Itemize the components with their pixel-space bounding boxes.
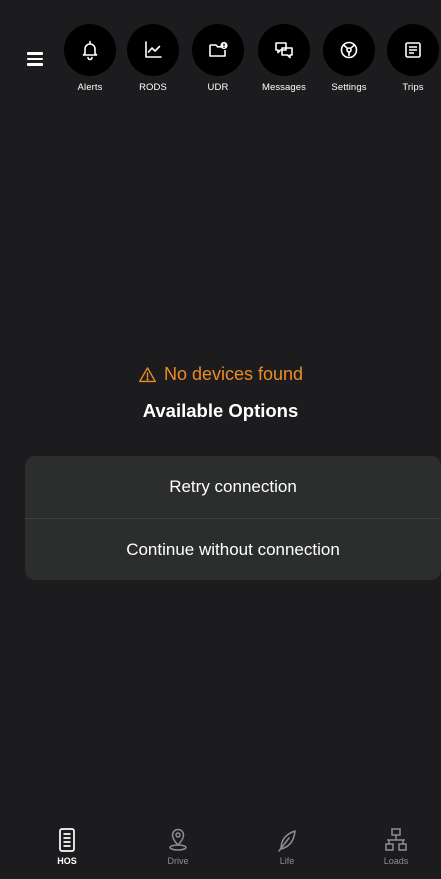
- toolbar-trips-button[interactable]: Trips: [382, 24, 441, 93]
- tab-life[interactable]: Life: [257, 827, 317, 866]
- settings-icon: [340, 41, 358, 59]
- toolbar-label: Alerts: [77, 82, 103, 93]
- toolbar-messages-button[interactable]: Messages: [253, 24, 315, 93]
- toolbar-rods-button[interactable]: RODS: [122, 24, 184, 93]
- toolbar-label: UDR: [207, 82, 229, 93]
- trips-icon: [405, 42, 421, 58]
- app-screen: Alerts RODS UDR Messages Settings Trips …: [0, 0, 441, 879]
- bell-icon: [82, 40, 98, 61]
- chart-icon: [145, 41, 162, 58]
- tab-hos[interactable]: HOS: [37, 827, 97, 866]
- rods-circle: [127, 24, 179, 76]
- tab-loads[interactable]: Loads: [366, 827, 426, 866]
- udr-circle: [192, 24, 244, 76]
- chat-icon: [275, 42, 293, 59]
- logbook-icon: [59, 828, 75, 852]
- warning-text: No devices found: [163, 364, 304, 384]
- toolbar-label: Trips: [402, 82, 424, 93]
- tab-label: HOS: [57, 856, 77, 866]
- leaf-icon: [278, 830, 296, 852]
- warning-triangle-icon: [139, 367, 156, 383]
- toolbar-label: Messages: [261, 82, 307, 93]
- toolbar-udr-button[interactable]: UDR: [187, 24, 249, 93]
- messages-circle: [258, 24, 310, 76]
- tab-label: Loads: [383, 856, 409, 866]
- top-toolbar: Alerts RODS UDR Messages Settings Trips: [0, 24, 441, 104]
- tab-label: Drive: [167, 856, 189, 866]
- continue-without-connection-button[interactable]: Continue without connection: [25, 518, 441, 580]
- network-icon: [385, 828, 407, 851]
- map-pin-icon: [169, 828, 187, 851]
- tab-label: Life: [279, 856, 295, 866]
- available-options-title: Available Options: [142, 400, 299, 421]
- tab-drive[interactable]: Drive: [148, 827, 208, 866]
- trips-circle: [387, 24, 439, 76]
- toolbar-settings-button[interactable]: Settings: [318, 24, 380, 93]
- toolbar-label: Settings: [331, 82, 367, 93]
- toolbar-alerts-button[interactable]: Alerts: [59, 24, 121, 93]
- toolbar-label: RODS: [139, 82, 167, 93]
- bottom-tab-bar: HOS Drive Life Loads: [0, 817, 441, 879]
- options-card: Retry connection Continue without connec…: [25, 456, 441, 580]
- retry-connection-button[interactable]: Retry connection: [25, 456, 441, 518]
- alerts-circle: [64, 24, 116, 76]
- no-devices-warning: No devices found: [0, 364, 441, 385]
- folder-alert-icon: [209, 41, 228, 57]
- settings-circle: [323, 24, 375, 76]
